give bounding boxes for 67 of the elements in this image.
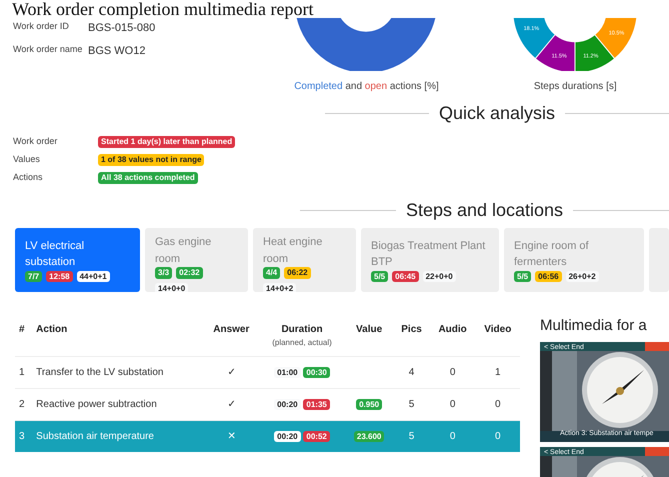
count-badge: 5/5 xyxy=(371,270,388,282)
actual-badge: 01:35 xyxy=(303,398,330,410)
count-badge: 5/5 xyxy=(514,270,532,282)
value-badge: 0.950 xyxy=(356,398,382,410)
table-cell: Transfer to the LV substation xyxy=(32,356,204,388)
step-card[interactable]: Engine room of fermenters 5/5 06:56 26+0+2 xyxy=(504,228,644,292)
step-card[interactable]: Gas engine room 3/3 02:32 14+0+0 xyxy=(145,228,248,292)
status-badge: All 38 actions completed xyxy=(98,172,198,184)
count-badge: 7/7 xyxy=(25,270,42,282)
step-card[interactable]: Heat engine room 4/4 06:22 14+0+2 xyxy=(253,228,356,292)
time-badge: 06:56 xyxy=(535,270,562,282)
column-header: Duration xyxy=(281,324,323,335)
table-cell: Substation air temperature xyxy=(32,420,204,452)
field-label: Work order name xyxy=(13,42,84,56)
column-header: Pics xyxy=(393,312,430,356)
status-badge: Started 1 day(s) later than planned xyxy=(98,136,236,148)
totals-badge: 14+0+0 xyxy=(155,282,188,292)
column-header: Action xyxy=(32,312,204,356)
count-badge: 4/4 xyxy=(263,267,280,279)
column-header: Audio xyxy=(430,312,476,356)
table-cell: 0 xyxy=(476,420,520,452)
step-card[interactable]: LV electrical substation 7/7 12:58 44+0+1 xyxy=(15,228,140,292)
table-row[interactable]: 1 Transfer to the LV substation ✓ 01:00 00:30 4 0 1 xyxy=(15,356,520,388)
planned-badge: 00:20 xyxy=(274,398,301,410)
field-label: Actions xyxy=(13,171,44,184)
column-header: Video xyxy=(476,312,520,356)
value-badge: 23.600 xyxy=(354,430,384,442)
table-cell: 0 xyxy=(430,420,476,452)
section-heading: Quick analysis xyxy=(438,102,556,125)
planned-badge: 01:00 xyxy=(274,366,301,378)
planned-badge: 00:20 xyxy=(274,430,301,442)
section-heading: Multimedia for a xyxy=(540,316,648,336)
time-badge: 06:45 xyxy=(392,270,419,282)
report-title: Work order completion multimedia report xyxy=(12,0,314,18)
section-heading: Steps and locations xyxy=(406,199,564,222)
actual-badge: 00:52 xyxy=(303,430,330,442)
step-card[interactable]: Biogas Treatment Plant BTP 5/5 06:45 22+0+0 xyxy=(361,228,499,292)
field-label: Work order ID xyxy=(13,20,70,33)
field-value: BGS-015-080 xyxy=(88,21,156,36)
count-badge: 3/3 xyxy=(155,267,172,279)
chart-caption: Completed and open actions [%] xyxy=(294,80,439,94)
table-row[interactable]: 3 Substation air temperature ✕ 00:20 00:52 23.600 5 0 0 xyxy=(15,420,520,452)
totals-badge: 22+0+0 xyxy=(422,270,456,282)
table-cell: 0 xyxy=(430,356,476,388)
field-label: Values xyxy=(13,153,41,166)
table-cell: 3 xyxy=(15,420,32,452)
table-cell: 1 xyxy=(476,356,520,388)
column-header: # xyxy=(15,312,32,356)
status-badge: 1 of 38 values not in range xyxy=(98,154,204,166)
actual-badge: 00:30 xyxy=(303,366,330,378)
answer-mark: ✕ xyxy=(203,420,260,452)
field-value: BGS WO12 xyxy=(88,44,146,58)
field-label: Work order xyxy=(13,135,58,148)
totals-badge: 14+0+2 xyxy=(263,282,296,292)
column-header: Value xyxy=(344,312,394,356)
column-header: Answer xyxy=(203,312,260,356)
time-badge: 02:32 xyxy=(176,267,203,279)
answer-mark: ✓ xyxy=(203,356,260,388)
table-cell: 5 xyxy=(393,420,430,452)
table-cell: 4 xyxy=(393,356,430,388)
table-cell: 1 xyxy=(15,356,32,388)
time-badge: 12:58 xyxy=(46,270,73,282)
chart-caption: Steps durations [s] xyxy=(534,80,617,94)
totals-badge: 44+0+1 xyxy=(76,270,110,282)
time-badge: 06:22 xyxy=(284,267,311,279)
totals-badge: 26+0+2 xyxy=(566,270,599,282)
column-subheader: (planned, actual) xyxy=(271,337,333,349)
